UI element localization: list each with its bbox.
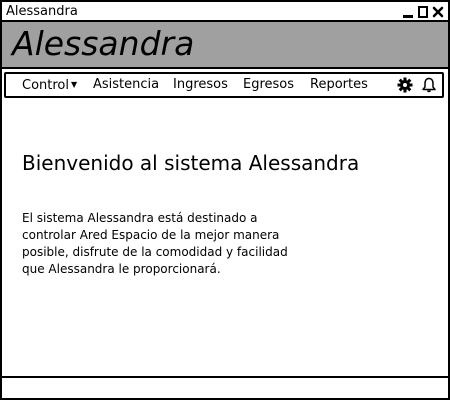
menu-item-egresos[interactable]: Egresos	[243, 77, 294, 93]
main-menu: Control ▼ Asistencia Ingresos Egresos Rep…	[4, 72, 444, 98]
bell-icon[interactable]	[421, 77, 437, 97]
menu-item-ingresos[interactable]: Ingresos	[173, 77, 228, 93]
status-bar	[2, 376, 448, 398]
menu-item-control-label: Control	[22, 78, 69, 93]
window-title: Alessandra	[6, 4, 78, 19]
app-window: Alessandra Alessandra Control ▼ Asistenci…	[0, 0, 450, 400]
caret-down-icon: ▼	[71, 80, 78, 89]
title-bar: Alessandra	[2, 2, 448, 22]
menu-item-control[interactable]: Control ▼	[22, 77, 77, 94]
app-name-heading: Alessandra	[12, 24, 195, 63]
app-banner: Alessandra	[2, 22, 448, 69]
welcome-heading: Bienvenido al sistema Alessandra	[22, 151, 360, 175]
menu-item-reportes[interactable]: Reportes	[310, 77, 368, 93]
close-icon[interactable]	[432, 5, 444, 19]
gear-icon[interactable]	[397, 77, 413, 97]
minimize-icon[interactable]	[402, 5, 414, 19]
window-controls	[402, 4, 444, 20]
menu-item-asistencia[interactable]: Asistencia	[93, 77, 159, 93]
maximize-icon[interactable]	[417, 5, 429, 19]
welcome-description: El sistema Alessandra está destinado a c…	[22, 211, 288, 276]
